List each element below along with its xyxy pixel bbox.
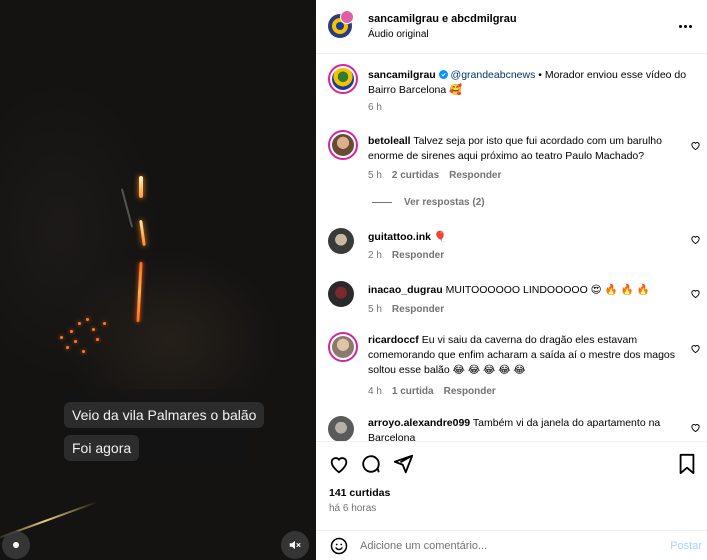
video-player[interactable]: Veio da vila Palmares o balão Foi agora (0, 0, 316, 560)
comment: betoleall Talvez seja por isto que fui a… (368, 134, 688, 164)
comment-text: Talvez seja por isto que fui acordado co… (368, 135, 662, 162)
collab-avatar-secondary[interactable] (340, 10, 354, 24)
heart-icon[interactable] (690, 343, 701, 354)
caption: sancamilgrau @grandeabcnews • Morador en… (368, 68, 688, 98)
comment-username[interactable]: betoleall (368, 135, 411, 147)
play-icon (13, 542, 19, 548)
comment-username[interactable]: inacao_dugrau (368, 284, 443, 296)
chat-line: Veio da vila Palmares o balão (64, 402, 265, 428)
emoji-icon[interactable] (330, 537, 348, 555)
firework-trail (139, 176, 143, 198)
comment-input[interactable] (360, 537, 640, 555)
comment-composer: Postar (316, 530, 707, 560)
post-side-panel: sancamilgrau e abcdmilgrau Áudio origina… (316, 0, 707, 560)
post-header: sancamilgrau e abcdmilgrau Áudio origina… (316, 0, 707, 54)
comment: inacao_dugrau MUITOOOOOO LINDOOOOO 😍 🔥 🔥… (368, 283, 688, 298)
verified-badge-icon (438, 70, 448, 79)
audio-label[interactable]: Áudio original (368, 29, 429, 40)
heart-icon[interactable] (690, 234, 701, 245)
mute-button[interactable] (281, 531, 309, 559)
avatar[interactable] (328, 281, 354, 307)
comment-meta: 5 h 2 curtidas Responder (368, 170, 502, 181)
chat-line: Foi agora (64, 435, 140, 461)
ember (103, 322, 106, 325)
avatar[interactable] (328, 130, 358, 160)
share-send-icon[interactable] (392, 453, 414, 475)
post-date: há 6 horas (329, 503, 377, 514)
comment-meta: 4 h 1 curtida Responder (368, 386, 496, 397)
comment: ricardoccf Eu vi saiu da caverna do drag… (368, 333, 688, 378)
collab-title[interactable]: sancamilgrau e abcdmilgrau (368, 13, 517, 25)
ember (78, 322, 81, 325)
play-button[interactable] (2, 531, 30, 559)
comment-username[interactable]: guitattoo.ink (368, 231, 431, 243)
like-heart-icon[interactable] (328, 453, 350, 475)
caption-username[interactable]: sancamilgrau (368, 69, 436, 81)
view-replies-label: Ver respostas (2) (404, 197, 485, 208)
comments-list[interactable]: sancamilgrau @grandeabcnews • Morador en… (316, 54, 707, 441)
heart-icon[interactable] (690, 288, 701, 299)
muted-speaker-icon (289, 540, 301, 550)
comment-username[interactable]: ricardoccf (368, 334, 419, 346)
avatar[interactable] (328, 64, 358, 94)
ember (74, 340, 77, 343)
like-count[interactable]: 141 curtidas (329, 487, 390, 499)
comment-text: MUITOOOOOO LINDOOOOO 😍 🔥 🔥 🔥 (445, 284, 650, 296)
post-actions: 141 curtidas há 6 horas (316, 441, 707, 521)
bookmark-icon[interactable] (677, 453, 697, 475)
ember (96, 338, 99, 341)
comment: arroyo.alexandre099 Também vi da janela … (368, 416, 688, 441)
ember (92, 328, 95, 331)
comment-text: 🎈 (433, 231, 447, 243)
ember (70, 330, 73, 333)
ember (86, 318, 89, 321)
heart-icon[interactable] (690, 422, 701, 433)
ember (82, 350, 85, 353)
avatar[interactable] (328, 332, 358, 362)
avatar[interactable] (328, 228, 354, 254)
avatar[interactable] (328, 416, 354, 441)
more-options-button[interactable] (679, 18, 697, 34)
comment-bubble-icon[interactable] (360, 453, 382, 475)
heart-icon[interactable] (690, 140, 701, 151)
ember (60, 336, 63, 339)
caption-time: 6 h (368, 102, 382, 113)
ember (66, 346, 69, 349)
view-replies-button[interactable]: Ver respostas (2) (372, 197, 485, 208)
comment: guitattoo.ink 🎈 (368, 230, 688, 245)
comment-meta: 5 h Responder (368, 304, 445, 315)
comment-meta: 2 h Responder (368, 250, 445, 261)
more-horizontal-icon (679, 24, 692, 28)
divider (372, 202, 392, 203)
post-comment-button[interactable]: Postar (670, 540, 702, 552)
comment-username[interactable]: arroyo.alexandre099 (368, 417, 470, 429)
caption-mention[interactable]: @grandeabcnews (451, 69, 536, 81)
